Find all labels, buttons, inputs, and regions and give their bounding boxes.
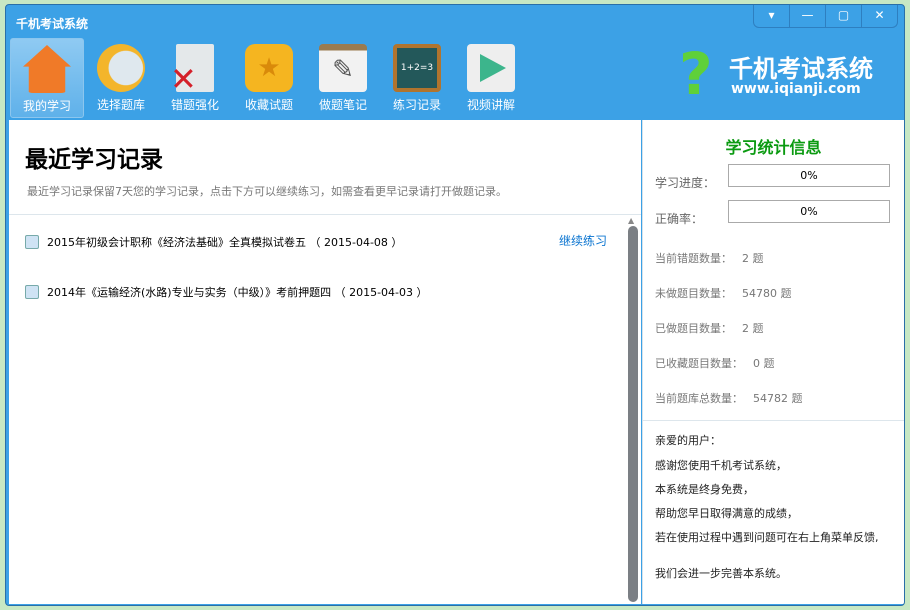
error-document-icon: ✕ (170, 44, 214, 98)
progress-label: 学习进度： (655, 176, 716, 190)
star-folder-icon: ★ (245, 44, 293, 92)
document-icon (25, 235, 39, 249)
divider (9, 214, 641, 215)
stat-row: 未做题目数量： 54780 题 (655, 287, 792, 300)
main-nav: 我的学习 选择题库 ✕ 错题强化 ★ 收藏试题 ✎ 做题笔记 1+2=3 练习记录 视频… (10, 38, 528, 118)
logo-question-mark-icon: ? (679, 40, 713, 108)
nav-select-bank[interactable]: 选择题库 (84, 38, 158, 118)
stats-panel: 学习统计信息 学习进度： 0% 正确率： 0% 当前错题数量： 2 题 未做题目数… (642, 120, 904, 604)
maximize-button[interactable]: ▢ (826, 5, 862, 27)
document-icon (25, 285, 39, 299)
message-line: 本系统是终身免费， (655, 483, 754, 496)
message-line: 我们会进一步完善本系统。 (655, 567, 787, 580)
minimize-button[interactable]: — (790, 5, 826, 27)
continue-practice-link[interactable]: 继续练习 (559, 232, 607, 249)
stat-row: 已收藏题目数量： 0 题 (655, 357, 775, 370)
window-controls: ▾ — ▢ ✕ (753, 5, 898, 28)
app-window: 千机考试系统 ▾ — ▢ ✕ 我的学习 选择题库 ✕ 错题强化 ★ 收藏试题 ✎ 做题… (5, 4, 905, 606)
nav-video[interactable]: 视频讲解 (454, 38, 528, 118)
record-item[interactable]: 2014年《运输经济(水路)专业与实务（中级）》考前押题四 （ 2015-04-… (25, 284, 428, 300)
stats-title: 学习统计信息 (725, 138, 822, 157)
stat-row: 当前错题数量： 2 题 (655, 252, 764, 265)
brand-logo: ? 千机考试系统 www.iqianji.com (679, 40, 873, 108)
message-line: 若在使用过程中遇到问题可在右上角菜单反馈, (655, 531, 879, 544)
nav-practice-records[interactable]: 1+2=3 练习记录 (380, 38, 454, 118)
accuracy-label: 正确率： (655, 212, 704, 226)
stat-row: 已做题目数量： 2 题 (655, 322, 764, 335)
nav-my-study[interactable]: 我的学习 (10, 38, 84, 118)
scrollbar-thumb[interactable] (628, 226, 638, 602)
scroll-up-arrow[interactable]: ▲ (628, 216, 634, 225)
message-line: 亲爱的用户： (655, 434, 721, 447)
recent-study-panel: 最近学习记录 最近学习记录保留7天您的学习记录，点击下方可以继续练习，如需查看更… (9, 120, 641, 604)
close-button[interactable]: ✕ (862, 5, 897, 27)
stat-row: 当前题库总数量： 54782 题 (655, 392, 803, 405)
nav-notes[interactable]: ✎ 做题笔记 (306, 38, 380, 118)
divider (643, 420, 904, 421)
window-title: 千机考试系统 (16, 17, 89, 31)
accuracy-bar: 0% (728, 200, 890, 223)
notebook-pencil-icon: ✎ (319, 44, 367, 92)
chalkboard-icon: 1+2=3 (393, 44, 441, 92)
message-line: 帮助您早日取得满意的成绩， (655, 507, 798, 520)
menu-dropdown-button[interactable]: ▾ (754, 5, 790, 27)
record-item[interactable]: 2015年初级会计职称《经济法基础》全真模拟试卷五 （ 2015-04-08 ） (25, 234, 402, 250)
progress-bar: 0% (728, 164, 890, 187)
page-subtitle: 最近学习记录保留7天您的学习记录，点击下方可以继续练习，如需查看更早记录请打开做… (27, 185, 507, 198)
book-icon (97, 44, 145, 92)
page-title: 最近学习记录 (25, 147, 163, 173)
nav-favorites[interactable]: ★ 收藏试题 (232, 38, 306, 118)
nav-wrong-questions[interactable]: ✕ 错题强化 (158, 38, 232, 118)
play-icon (467, 44, 515, 92)
home-icon (23, 45, 71, 93)
message-line: 感谢您使用千机考试系统， (655, 459, 787, 472)
